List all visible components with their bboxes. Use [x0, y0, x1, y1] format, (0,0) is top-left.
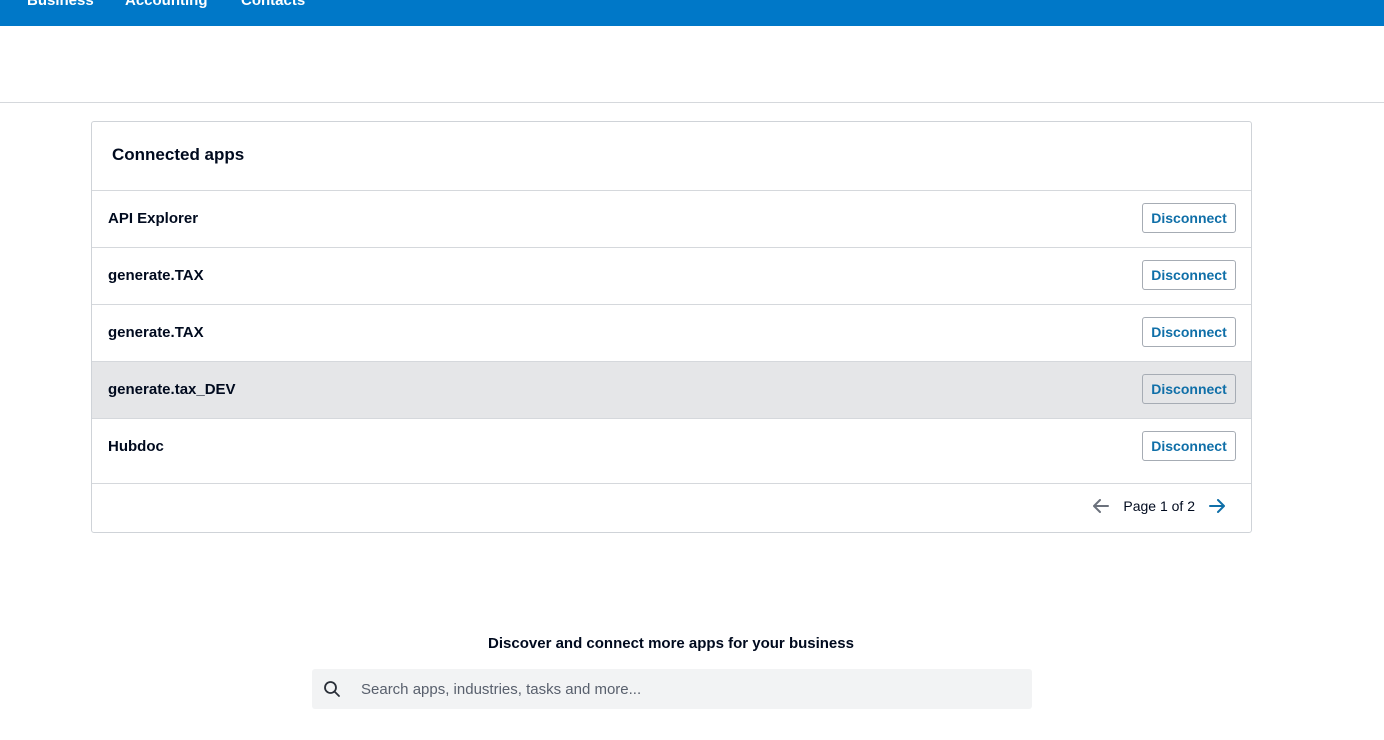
arrow-right-icon[interactable]	[1205, 494, 1229, 518]
disconnect-button[interactable]: Disconnect	[1142, 374, 1236, 404]
app-name: generate.tax_DEV	[108, 381, 236, 398]
disconnect-button[interactable]: Disconnect	[1142, 203, 1236, 233]
disconnect-button[interactable]: Disconnect	[1142, 431, 1236, 461]
app-name: API Explorer	[108, 210, 199, 227]
search-input[interactable]	[361, 669, 1021, 709]
disconnect-button[interactable]: Disconnect	[1142, 260, 1236, 290]
nav-accounting[interactable]: Accounting	[125, 0, 208, 11]
app-name: Hubdoc	[108, 438, 164, 455]
list-item: API Explorer Disconnect	[92, 191, 1251, 248]
connected-apps-list: API Explorer Disconnect generate.TAX Dis…	[92, 191, 1251, 484]
search-icon	[323, 680, 341, 698]
nav-business[interactable]: Business	[27, 0, 94, 11]
list-item: generate.TAX Disconnect	[92, 248, 1251, 305]
help-icon[interactable]	[1329, 0, 1333, 4]
arrow-left-icon[interactable]	[1089, 494, 1113, 518]
card-title: Connected apps	[112, 145, 245, 164]
page-header-band	[0, 26, 1384, 103]
disconnect-button[interactable]: Disconnect	[1142, 317, 1236, 347]
list-item: Hubdoc Disconnect	[92, 419, 1251, 484]
connected-apps-card: Connected apps API Explorer Disconnect g…	[91, 121, 1252, 533]
page-indicator: Page 1 of 2	[1123, 498, 1195, 514]
list-item: generate.TAX Disconnect	[92, 305, 1251, 362]
app-name: generate.TAX	[108, 267, 204, 284]
app-search-box	[312, 669, 1032, 709]
pagination: Page 1 of 2	[1089, 494, 1229, 518]
app-name: generate.TAX	[108, 324, 204, 341]
discover-heading: Discover and connect more apps for your …	[488, 635, 854, 652]
top-navigation-bar: Business Accounting Contacts	[0, 0, 1384, 26]
nav-contacts[interactable]: Contacts	[241, 0, 305, 11]
list-item: generate.tax_DEV Disconnect	[92, 362, 1251, 419]
